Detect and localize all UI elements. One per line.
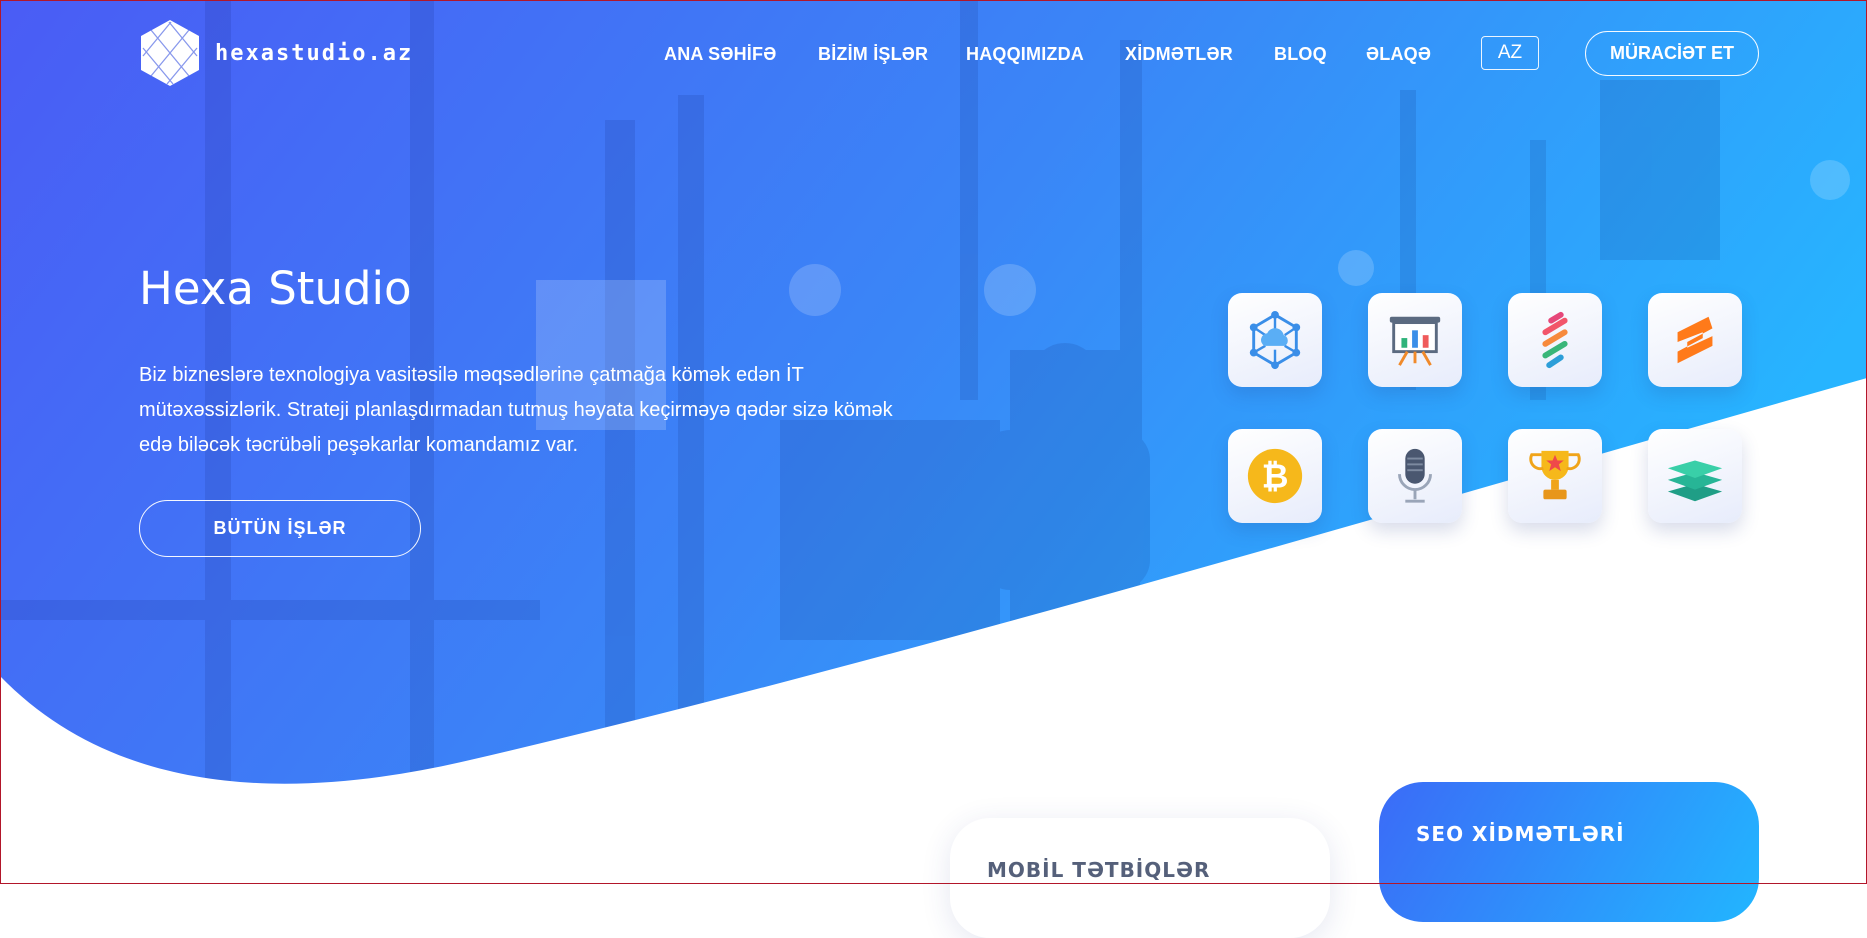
language-selector[interactable]: AZ <box>1481 36 1539 70</box>
brand-logo[interactable]: hexastudio.az <box>139 18 413 88</box>
seo-services-card-title: SEO XİDMƏTLƏRİ <box>1416 822 1625 846</box>
cloud-network-icon <box>1249 310 1301 370</box>
mobile-apps-card-title: MOBİL TƏTBİQLƏR <box>987 858 1211 882</box>
seo-services-card[interactable]: SEO XİDMƏTLƏRİ <box>1379 782 1759 922</box>
microphone-icon <box>1398 448 1432 503</box>
apply-button[interactable]: MÜRACİƏT ET <box>1585 31 1759 76</box>
hero-description: Biz bizneslərə texnologiya vasitəsilə mə… <box>139 364 893 456</box>
tile-microphone[interactable] <box>1368 429 1462 523</box>
nav-services[interactable]: XİDMƏTLƏR <box>1125 44 1233 65</box>
nav-home[interactable]: ANA SƏHİFƏ <box>664 44 776 65</box>
logo-text: hexastudio.az <box>215 40 414 66</box>
nav-about[interactable]: HAQQIMIZDA <box>966 44 1084 65</box>
sublime-s-icon <box>1677 316 1713 364</box>
hexagon-logo-icon <box>141 20 199 86</box>
all-works-button[interactable]: BÜTÜN İŞLƏR <box>139 500 421 557</box>
nav-our-works[interactable]: BİZİM İŞLƏR <box>818 44 928 65</box>
svg-text:₿: ₿ <box>1262 457 1289 496</box>
layers-icon <box>1667 460 1723 502</box>
stripes-app-icon <box>1542 311 1568 369</box>
tile-cloud-network[interactable] <box>1228 293 1322 387</box>
presentation-chart-icon <box>1389 316 1441 366</box>
nav-blog[interactable]: BLOQ <box>1274 44 1327 65</box>
hero-title: Hexa Studio <box>139 262 412 315</box>
mobile-apps-card[interactable]: MOBİL TƏTBİQLƏR <box>950 818 1330 938</box>
nav-contact[interactable]: ƏLAQƏ <box>1366 44 1431 65</box>
tile-layers[interactable] <box>1648 429 1742 523</box>
tile-trophy[interactable] <box>1508 429 1602 523</box>
trophy-icon <box>1529 450 1581 500</box>
tile-presentation[interactable] <box>1368 293 1462 387</box>
tile-stripes-app[interactable] <box>1508 293 1602 387</box>
tile-sublime[interactable] <box>1648 293 1742 387</box>
bitcoin-icon: ₿ <box>1247 448 1303 504</box>
tile-bitcoin[interactable]: ₿ <box>1228 429 1322 523</box>
